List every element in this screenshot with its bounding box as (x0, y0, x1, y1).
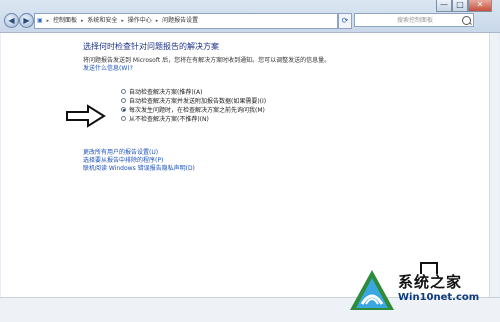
chevron-icon: ▸ (80, 18, 84, 24)
privacy-statement-link[interactable]: 联机阅读 Windows 错误报告隐私声明(D) (83, 165, 195, 172)
content-pane (1, 33, 490, 297)
page-title: 选择何时检查针对问题报告的解决方案 (83, 42, 219, 51)
radio-button[interactable] (121, 89, 126, 94)
search-input[interactable]: 搜索控制面板 (354, 13, 474, 27)
address-bar[interactable]: ▣ ▸ 控制面板 ▸ 系统和安全 ▸ 操作中心 ▸ 问题报告设置 (34, 13, 338, 29)
radio-button[interactable] (121, 98, 126, 103)
right-arrow-icon (66, 104, 106, 128)
option-label: 自动检查解决方案(推荐)(A) (129, 89, 203, 96)
breadcrumb-action-center[interactable]: 操作中心 (128, 17, 152, 24)
radio-button[interactable] (121, 116, 126, 121)
option-label: 每次发生问题时，在检查解决方案之前先询问我(M) (129, 107, 265, 114)
option-auto-check-send-data[interactable]: 自动检查解决方案并发送附加报告数据(如果需要)(I) (121, 96, 266, 105)
breadcrumb-problem-reporting[interactable]: 问题报告设置 (162, 17, 198, 24)
window-frame: — □ ✕ ◀ ▶ ▣ ▸ 控制面板 ▸ 系统和安全 ▸ 操作中心 ▸ 问题报告… (0, 0, 500, 322)
option-auto-check[interactable]: 自动检查解决方案(推荐)(A) (121, 87, 266, 96)
breadcrumb-control-panel[interactable]: 控制面板 (53, 17, 77, 24)
watermark-logo-icon (350, 270, 394, 310)
breadcrumb-system-security[interactable]: 系统和安全 (87, 17, 117, 24)
window-controls: — □ ✕ (436, 0, 492, 12)
search-icon[interactable] (462, 16, 471, 25)
back-button[interactable]: ◀ (4, 13, 19, 28)
forward-button[interactable]: ▶ (19, 13, 34, 28)
radio-button-selected[interactable] (121, 107, 126, 112)
option-ask-each-time[interactable]: 每次发生问题时，在检查解决方案之前先询问我(M) (121, 105, 266, 114)
option-label: 自动检查解决方案并发送附加报告数据(如果需要)(I) (129, 98, 267, 105)
chevron-icon: ▸ (155, 18, 159, 24)
scrollbar[interactable] (489, 33, 499, 297)
option-never-check[interactable]: 从不检查解决方案(不推荐)(N) (121, 114, 266, 123)
what-info-link[interactable]: 发送什么信息(W)? (83, 63, 133, 72)
refresh-button[interactable]: ⟳ (338, 13, 352, 29)
close-button[interactable]: ✕ (468, 0, 492, 12)
watermark-text: 系统之家 (398, 273, 463, 291)
option-label: 从不检查解决方案(不推荐)(N) (129, 116, 209, 123)
options-group: 自动检查解决方案(推荐)(A) 自动检查解决方案并发送附加报告数据(如果需要)(… (121, 87, 266, 123)
related-links: 更改所有用户的报告设置(U) 选择要从报告中排除的程序(P) 联机阅读 Wind… (83, 145, 195, 172)
chevron-icon: ▸ (121, 18, 124, 24)
chevron-icon: ▸ (46, 18, 50, 24)
maximize-button[interactable]: □ (452, 0, 468, 12)
minimize-button[interactable]: — (436, 0, 452, 12)
title-bar: — □ ✕ ◀ ▶ ▣ ▸ 控制面板 ▸ 系统和安全 ▸ 操作中心 ▸ 问题报告… (0, 0, 500, 33)
control-panel-icon: ▣ (37, 17, 43, 24)
watermark-url: Win10net.com (398, 292, 480, 303)
